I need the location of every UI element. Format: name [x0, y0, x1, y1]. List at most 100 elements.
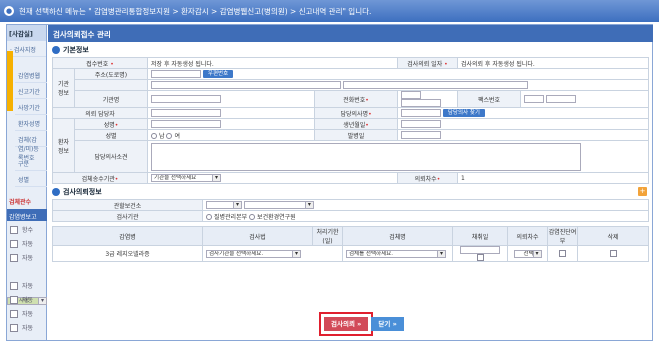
request-count-label: 의뢰차수 [414, 175, 437, 183]
sidebar-item[interactable]: 구분 [15, 155, 47, 171]
sidebar-row[interactable]: 자동 [7, 251, 47, 264]
zip-button[interactable]: 우편번호 [202, 70, 234, 78]
fax-input-2[interactable] [546, 95, 576, 103]
sample-select[interactable]: 검체를 선택하세요. [346, 249, 446, 258]
birth-label: 생년월일 [343, 121, 366, 129]
sidebar-strip [7, 51, 13, 111]
col-method: 검사법 [202, 226, 313, 246]
sidebar-item[interactable]: 성별 [15, 171, 47, 187]
request-grid: 감염병 검사법 처리기한(일) 검체명 채취일 의뢰차수 감염진단여부 삭제 3… [52, 226, 649, 262]
lab-radio-institute[interactable] [249, 214, 256, 220]
bullet-icon [52, 46, 60, 54]
row-checkbox[interactable] [10, 239, 18, 248]
count-select[interactable]: 선택 [513, 249, 542, 258]
sidebar-report-label: 감염병보고 [7, 209, 47, 221]
col-deadline: 처리기한(일) [312, 226, 343, 246]
fax-label: 팩스번호 [456, 90, 522, 108]
sidebar-item[interactable]: 감염병웹 [15, 67, 47, 83]
phone-input-2[interactable] [400, 99, 441, 107]
requester-input[interactable] [151, 109, 221, 117]
table-row: 3급 레지오넬라증 검사기관을 선택하세요. 검체를 선택하세요. 선택 [52, 245, 649, 262]
sex-label: 성별 [74, 129, 148, 141]
sidebar-row[interactable]: 자동 [7, 307, 47, 320]
add-row-icon[interactable]: + [638, 187, 647, 196]
health-center-label: 관할보건소 [52, 199, 203, 211]
sidebar-item[interactable]: 검체(감염/미)등록번호 [15, 131, 47, 162]
sidebar-section-label: 검체관수 [9, 199, 32, 206]
row-checkbox[interactable] [10, 295, 18, 304]
find-doctor-button[interactable]: 담당의사 찾기 [442, 109, 485, 117]
calendar-icon[interactable] [476, 254, 484, 261]
row-checkbox[interactable] [10, 281, 18, 290]
row-label: 자동 [22, 297, 34, 304]
name-input[interactable] [151, 120, 221, 128]
basic-info-table: 접수번호 • 저장 후 자동생성 됩니다. 검사의뢰 일자 • 검사의뢰 후 자… [52, 57, 650, 184]
requester-label: 의뢰 담당자 [52, 107, 148, 119]
row-checkbox[interactable] [10, 309, 18, 318]
close-button[interactable]: 닫기 » [371, 317, 404, 331]
sidebar-row[interactable]: 자동 [7, 293, 47, 306]
sidebar-item[interactable]: 사망기간 [15, 99, 47, 115]
main-panel: 검사의뢰접수 관리 기본정보 접수번호 • 저장 후 자동생성 됩니다. 검사의… [48, 25, 653, 340]
row-checkbox[interactable] [10, 225, 18, 234]
row-label: 항수 [22, 227, 34, 234]
col-collect-date: 채취일 [452, 226, 508, 246]
sidebar-item[interactable]: 환자성명 [15, 115, 47, 131]
bullet-icon [52, 188, 60, 196]
sample-org-select[interactable]: 기관을 선택하세요 [151, 174, 221, 182]
address-input[interactable] [151, 81, 341, 89]
sidebar-head: [사감실] [7, 25, 46, 41]
sidebar-row[interactable]: 항수 [7, 223, 47, 236]
opinion-textarea[interactable] [151, 142, 581, 171]
collect-date-input[interactable] [460, 246, 500, 254]
phone-label: 전화번호 [343, 96, 366, 104]
page-title: 검사의뢰접수 관리 [48, 25, 653, 42]
row-disease: 3급 레지오넬라증 [52, 245, 203, 262]
breadcrumb: 현재 선택하신 메뉴는 " 감염병관리통합정보지원 > 환자감시 > 감염병웹신… [19, 6, 372, 16]
onset-label: 발병일 [314, 129, 398, 141]
request-count-value: 1 [456, 172, 650, 184]
sidebar-row[interactable]: 자동 [7, 279, 47, 292]
zip-input[interactable] [151, 70, 201, 78]
col-count: 의뢰차수 [507, 226, 548, 246]
health-center-select-2[interactable] [243, 201, 314, 209]
col-sample: 검체명 [342, 226, 453, 246]
org-name-input[interactable] [151, 95, 221, 103]
request-date-value: 검사의뢰 후 자동생성 됩니다. [456, 57, 650, 69]
address-label: 주소(도로명) [74, 68, 148, 80]
row-label: 자동 [22, 325, 34, 332]
female-radio[interactable] [166, 133, 173, 139]
male-radio[interactable] [151, 133, 157, 139]
col-delete: 삭제 [577, 226, 649, 246]
request-button[interactable]: 검사의뢰 » [318, 312, 374, 336]
action-buttons: 검사의뢰 » 닫기 » [318, 312, 404, 336]
lab-option-kcdc: 질병관리본부 [214, 213, 248, 221]
row-checkbox[interactable] [10, 253, 18, 262]
sidebar-item[interactable]: 신고기간 [15, 83, 47, 99]
request-section-title: 검사의뢰정보 [52, 187, 653, 197]
delete-checkbox[interactable] [609, 250, 617, 257]
diagnosis-checkbox[interactable] [559, 250, 566, 257]
fax-input-1[interactable] [524, 95, 545, 103]
method-select[interactable]: 검사기관을 선택하세요. [206, 249, 301, 258]
row-label: 자동 [22, 283, 34, 290]
row-checkbox[interactable] [10, 323, 18, 332]
address-detail-input[interactable] [342, 81, 528, 89]
onset-input[interactable] [400, 131, 441, 139]
lab-radio-kcdc[interactable] [206, 214, 212, 220]
address-detail-label [74, 79, 148, 91]
birth-input[interactable] [400, 120, 441, 128]
sidebar-row[interactable]: 자동 [7, 321, 47, 334]
sample-org-label: 검체송수기관 [81, 175, 115, 183]
phone-input-1[interactable] [400, 91, 421, 99]
org-name-label: 기관명 [74, 90, 148, 108]
request-date-label: 검사의뢰 일자 [407, 60, 443, 68]
health-center-select-1[interactable] [206, 201, 242, 209]
lab-label: 검사기관 [52, 210, 203, 222]
doctor-input[interactable] [400, 109, 441, 117]
sidebar-row[interactable]: 자동 [7, 237, 47, 250]
row-label: 자동 [22, 255, 34, 262]
info-icon: ● [4, 6, 14, 16]
breadcrumb-bar: ● 현재 선택하신 메뉴는 " 감염병관리통합정보지원 > 환자감시 > 감염병… [0, 0, 659, 22]
section-title-text: 검사의뢰정보 [63, 188, 102, 196]
